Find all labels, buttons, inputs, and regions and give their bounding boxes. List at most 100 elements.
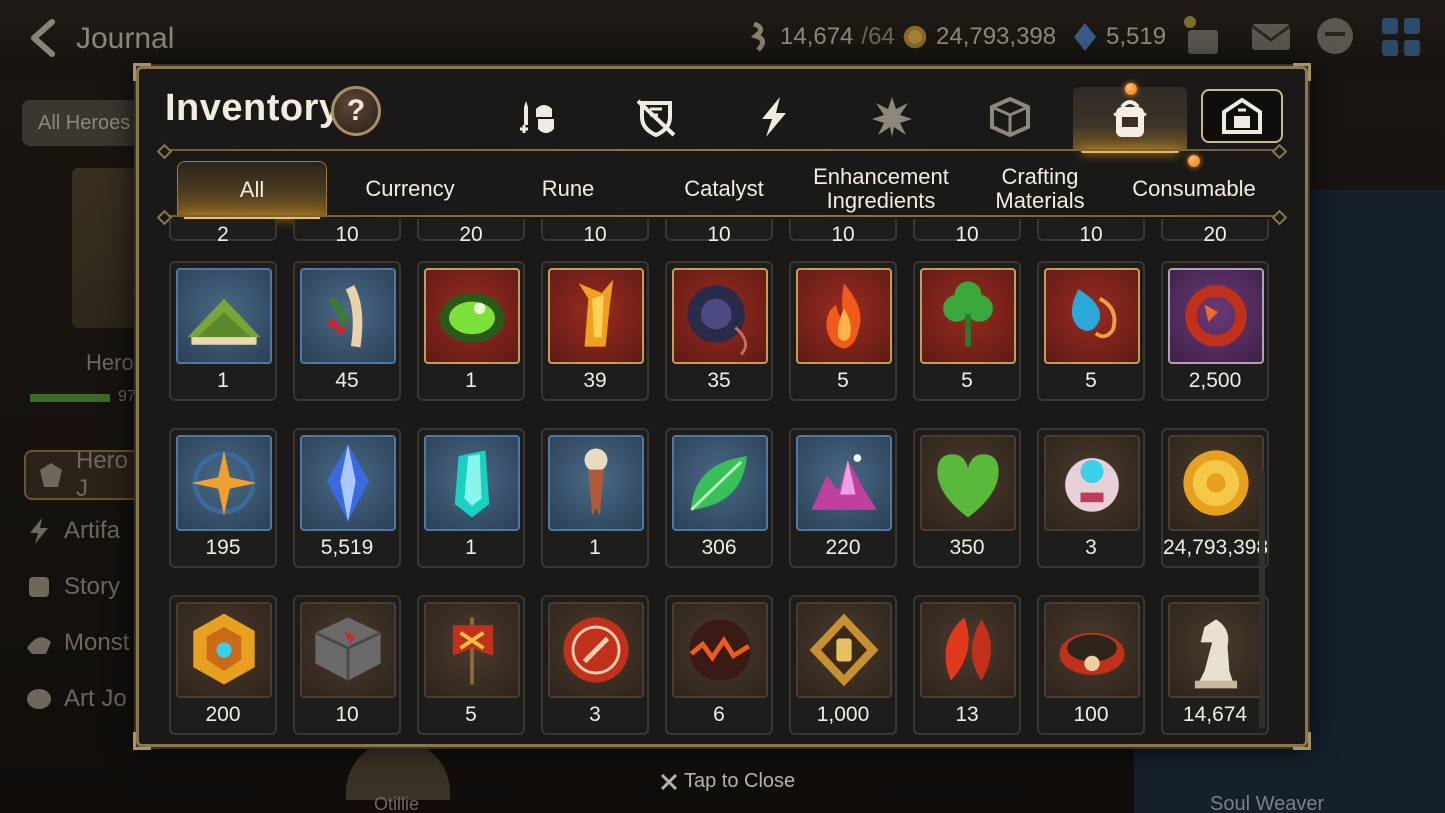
inventory-slot[interactable]: 10 bbox=[789, 219, 897, 246]
inventory-slot[interactable]: 2 bbox=[169, 219, 277, 246]
inventory-slot[interactable]: 350 bbox=[913, 428, 1021, 568]
tab-cube[interactable] bbox=[953, 87, 1067, 147]
inventory-slot[interactable]: 1,000 bbox=[789, 595, 897, 735]
item-quantity: 20 bbox=[1203, 223, 1227, 246]
inventory-slot[interactable]: 195 bbox=[169, 428, 277, 568]
inventory-slot[interactable]: 3 bbox=[1037, 428, 1145, 568]
inventory-slot[interactable]: 100 bbox=[1037, 595, 1145, 735]
cube-icon bbox=[990, 96, 1030, 138]
tab-emblem[interactable] bbox=[835, 87, 949, 147]
inventory-slot[interactable]: 1 bbox=[417, 261, 525, 401]
item-quantity: 5 bbox=[1085, 369, 1097, 392]
inventory-slot[interactable]: 5 bbox=[1037, 261, 1145, 401]
inventory-slot[interactable]: 10 bbox=[913, 219, 1021, 246]
item-quantity: 35 bbox=[707, 369, 731, 392]
inventory-slot[interactable]: 3 bbox=[541, 595, 649, 735]
inventory-slot[interactable]: 10 bbox=[1037, 219, 1145, 246]
grid-scrollbar[interactable] bbox=[1259, 469, 1265, 729]
item-quantity: 45 bbox=[335, 369, 359, 392]
inventory-slot[interactable]: 20 bbox=[417, 219, 525, 246]
water-drop-rune-icon bbox=[1044, 268, 1140, 364]
menu-story[interactable]: Story bbox=[24, 562, 144, 612]
artifact-icon bbox=[872, 97, 912, 137]
teal-crystal-icon bbox=[424, 435, 520, 531]
inventory-slot[interactable]: 10 bbox=[665, 219, 773, 246]
inventory-grid[interactable]: 2 10 20 10 10 10 10 10 20 1 45 1 39 35 5 5 5 2,500 195 5,51… bbox=[165, 219, 1271, 739]
stamina-counter[interactable]: 14,674/64 bbox=[746, 22, 895, 52]
bookmark-key-icon bbox=[548, 435, 644, 531]
close-icon bbox=[660, 773, 678, 790]
inventory-slot[interactable]: 5 bbox=[913, 261, 1021, 401]
item-quantity: 1 bbox=[589, 536, 601, 559]
menu-hero-journal[interactable]: Hero J bbox=[24, 447, 144, 502]
menu-artifact[interactable]: Artifa bbox=[24, 506, 144, 556]
inventory-slot[interactable]: 45 bbox=[293, 261, 401, 401]
item-quantity: 100 bbox=[1073, 703, 1109, 726]
inventory-slot[interactable]: 1 bbox=[169, 261, 277, 401]
scroll-icon bbox=[24, 572, 54, 602]
green-orb-icon bbox=[424, 268, 520, 364]
subtab-currency[interactable]: Currency bbox=[335, 161, 485, 217]
tab-items[interactable] bbox=[1073, 83, 1187, 153]
mail-icon[interactable] bbox=[1250, 16, 1292, 58]
inventory-slot[interactable]: 1 bbox=[541, 428, 649, 568]
inventory-slot[interactable]: 35 bbox=[665, 261, 773, 401]
dark-yoyo-icon bbox=[672, 268, 768, 364]
subtab-rune[interactable]: Rune bbox=[493, 161, 643, 217]
inventory-slot[interactable]: 2,500 bbox=[1161, 261, 1269, 401]
storage-icon bbox=[1222, 97, 1262, 134]
back-arrow-icon[interactable] bbox=[24, 18, 64, 58]
subtab-catalyst[interactable]: Catalyst bbox=[649, 161, 799, 217]
item-quantity: 10 bbox=[707, 223, 731, 246]
hero-card[interactable] bbox=[72, 168, 142, 328]
inventory-slot[interactable]: 1 bbox=[417, 428, 525, 568]
menu-grid-icon[interactable] bbox=[1380, 16, 1422, 58]
lightning-icon bbox=[762, 97, 786, 137]
menu-label: Artifa bbox=[64, 517, 121, 544]
inventory-slot[interactable]: 10 bbox=[293, 595, 401, 735]
inventory-slot[interactable]: 10 bbox=[541, 219, 649, 246]
item-quantity: 5 bbox=[837, 369, 849, 392]
tab-shield[interactable] bbox=[599, 87, 713, 147]
inventory-slot[interactable]: 13 bbox=[913, 595, 1021, 735]
red-seal-icon bbox=[548, 602, 644, 698]
shop-icon[interactable] bbox=[1182, 16, 1224, 58]
crystal-counter[interactable]: 5,519 bbox=[1072, 22, 1166, 52]
inventory-slot[interactable]: 5 bbox=[417, 595, 525, 735]
inventory-slot[interactable]: 306 bbox=[665, 428, 773, 568]
inventory-slot[interactable]: 220 bbox=[789, 428, 897, 568]
hero-progress-bar bbox=[30, 394, 110, 402]
hero-filter-dropdown[interactable]: All Heroes bbox=[22, 100, 142, 146]
menu-monster[interactable]: Monst bbox=[24, 618, 144, 668]
help-button[interactable]: ? bbox=[331, 86, 381, 136]
inventory-slot[interactable]: 6 bbox=[665, 595, 773, 735]
stamina-max: /64 bbox=[861, 23, 895, 50]
inventory-slot[interactable]: 20 bbox=[1161, 219, 1269, 246]
inventory-slot[interactable]: 5 bbox=[789, 261, 897, 401]
gold-counter[interactable]: 24,793,398 bbox=[902, 22, 1056, 52]
item-quantity: 6 bbox=[713, 703, 725, 726]
item-quantity: 10 bbox=[955, 223, 979, 246]
tap-to-close[interactable]: Tap to Close bbox=[660, 770, 795, 793]
subtab-consumable[interactable]: Consumable bbox=[1119, 161, 1269, 217]
frame-corner bbox=[133, 63, 151, 81]
subtab-enhancement[interactable]: Enhancement Ingredients bbox=[805, 161, 957, 217]
inventory-slot[interactable]: 39 bbox=[541, 261, 649, 401]
subtab-all[interactable]: All bbox=[177, 161, 327, 219]
tab-equipment[interactable] bbox=[481, 87, 595, 147]
war-banner-icon bbox=[424, 602, 520, 698]
notification-dot bbox=[1125, 83, 1137, 95]
item-quantity: 3 bbox=[1085, 536, 1097, 559]
inventory-slot[interactable]: 10 bbox=[293, 219, 401, 246]
tab-storage[interactable] bbox=[1201, 89, 1283, 143]
inventory-slot[interactable]: 14,674 bbox=[1161, 595, 1269, 735]
subtab-crafting[interactable]: Crafting Materials bbox=[965, 161, 1115, 217]
menu-art-journal[interactable]: Art Jo bbox=[24, 674, 144, 724]
hero-portrait[interactable] bbox=[346, 740, 450, 800]
inventory-slot[interactable]: 200 bbox=[169, 595, 277, 735]
green-leaf-icon bbox=[672, 435, 768, 531]
chat-icon[interactable] bbox=[1314, 16, 1356, 58]
inventory-slot[interactable]: 5,519 bbox=[293, 428, 401, 568]
tab-artifact[interactable] bbox=[717, 87, 831, 147]
inventory-slot[interactable]: 24,793,398 bbox=[1161, 428, 1269, 568]
